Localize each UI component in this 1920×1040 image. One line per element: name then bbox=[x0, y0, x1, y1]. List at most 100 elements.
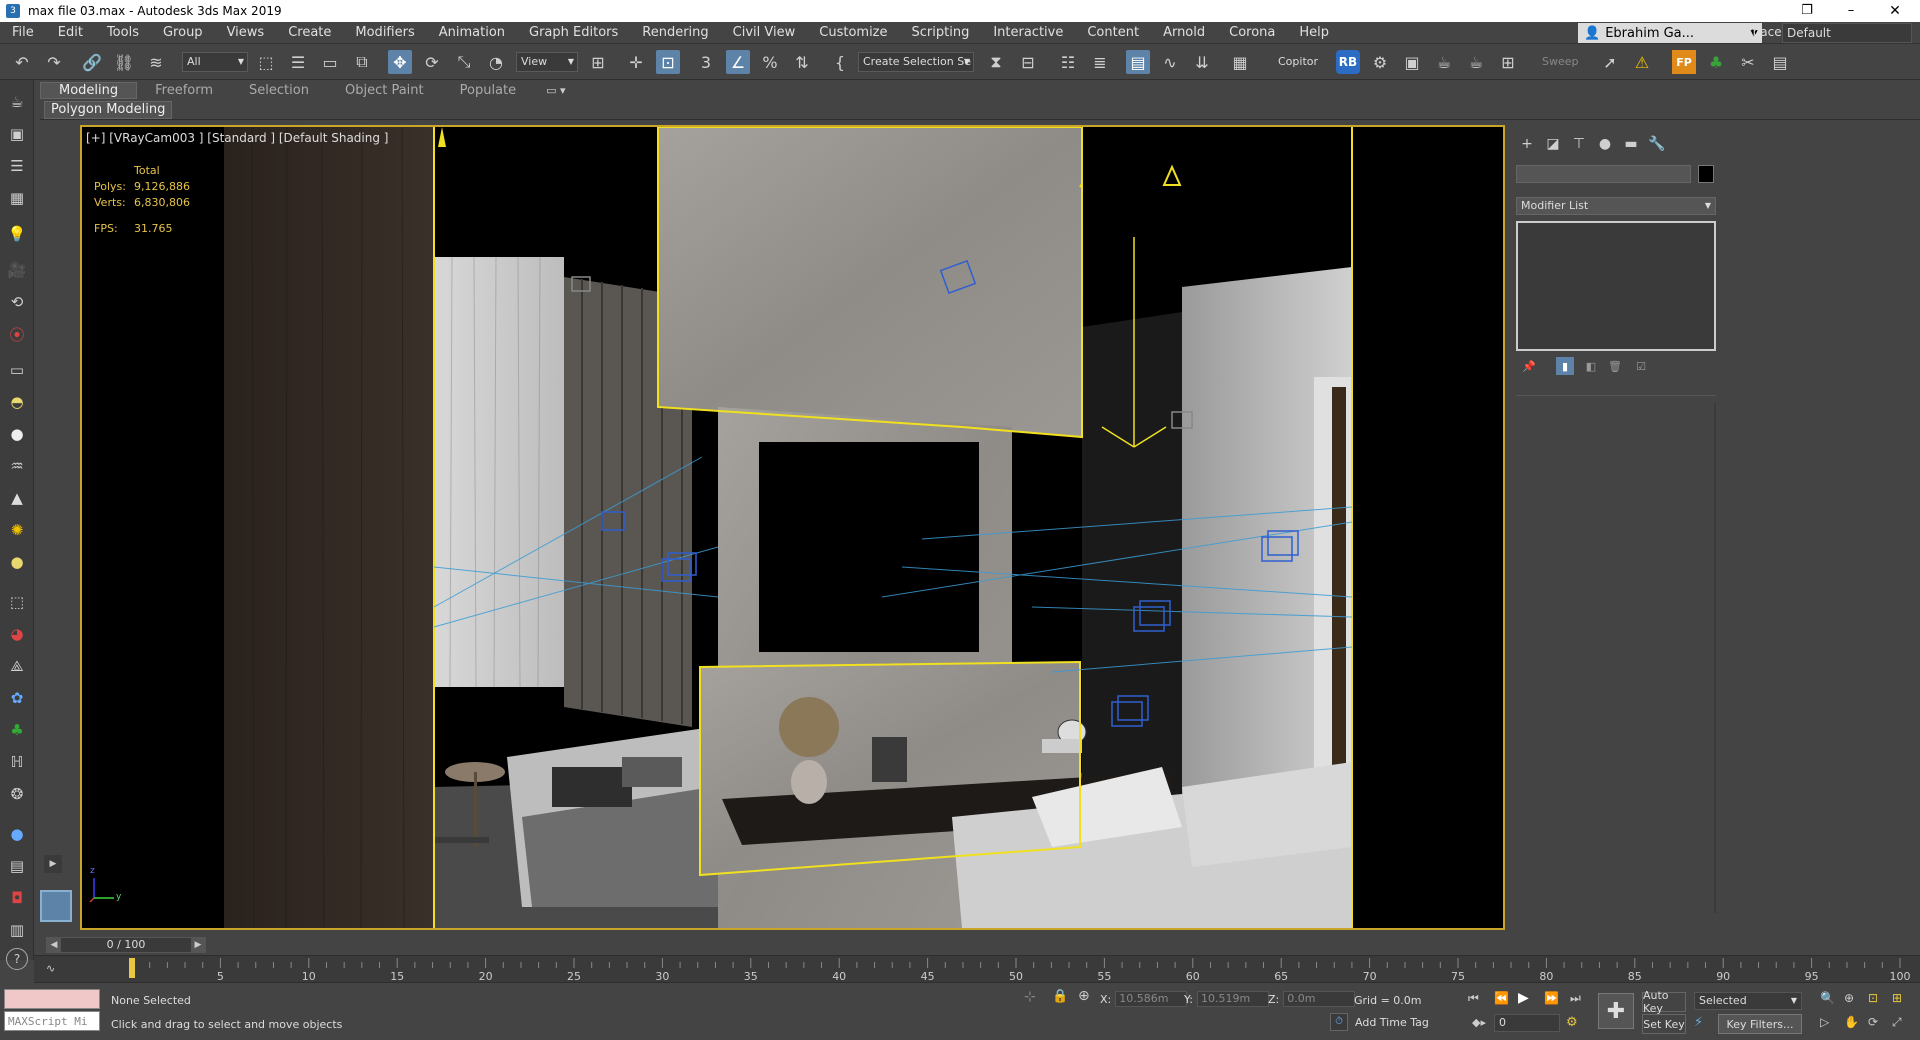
mesh-clipper-icon[interactable]: ⟁ bbox=[5, 654, 29, 678]
proxy-icon[interactable]: ⬚ bbox=[5, 590, 29, 614]
modifier-stack[interactable] bbox=[1516, 221, 1716, 351]
show-end-result-icon[interactable]: ▮ bbox=[1556, 357, 1574, 375]
tab-object-paint[interactable]: Object Paint bbox=[327, 83, 442, 98]
maxscript-listener[interactable]: MAXScript Mi bbox=[4, 989, 100, 1035]
menu-scripting[interactable]: Scripting bbox=[900, 25, 982, 40]
rectangular-selection-icon[interactable]: ▭ bbox=[318, 50, 342, 74]
menu-group[interactable]: Group bbox=[151, 25, 215, 40]
teapot-icon[interactable]: ☕ bbox=[5, 90, 29, 114]
pack-icon[interactable]: ▥ bbox=[5, 918, 29, 942]
menu-tools[interactable]: Tools bbox=[95, 25, 151, 40]
pivot-center-icon[interactable]: ⊞ bbox=[586, 50, 610, 74]
tab-modeling[interactable]: Modeling bbox=[40, 81, 138, 99]
select-manipulate-icon[interactable]: ✛ bbox=[624, 50, 648, 74]
motion-tab-icon[interactable]: ● bbox=[1594, 133, 1616, 155]
rb-plugin-button[interactable]: RB bbox=[1336, 50, 1360, 74]
pan-icon[interactable]: ✋ bbox=[1844, 1015, 1859, 1029]
grid-icon[interactable]: ▦ bbox=[5, 186, 29, 210]
converter-icon[interactable]: ▤ bbox=[5, 854, 29, 878]
copitor-label[interactable]: Copitor bbox=[1278, 55, 1318, 68]
menu-customize[interactable]: Customize bbox=[807, 25, 899, 40]
move-icon[interactable]: ✥ bbox=[388, 50, 412, 74]
window-crossing-icon[interactable]: ⧉ bbox=[350, 50, 374, 74]
isolate-selection-icon[interactable]: ⊹ bbox=[1024, 989, 1036, 1005]
time-tag-icon[interactable]: ⏱ bbox=[1330, 1013, 1348, 1031]
spot-light-icon[interactable]: ▲ bbox=[5, 486, 29, 510]
menu-rendering[interactable]: Rendering bbox=[630, 25, 720, 40]
absolute-mode-icon[interactable]: ⊕ bbox=[1078, 988, 1090, 1004]
hierarchy-tab-icon[interactable]: ⊤ bbox=[1568, 133, 1590, 155]
curve-editor-icon[interactable]: ∿ bbox=[1158, 50, 1182, 74]
auto-key-button[interactable]: Auto Key bbox=[1642, 989, 1686, 1015]
minimize-icon[interactable]: – bbox=[1828, 0, 1874, 22]
set-key-button[interactable]: ✚ bbox=[1598, 993, 1634, 1029]
menu-create[interactable]: Create bbox=[276, 25, 343, 40]
object-color-swatch[interactable] bbox=[1698, 165, 1714, 183]
set-key-mode-button[interactable]: Set Key bbox=[1642, 1014, 1686, 1034]
render-setup-icon[interactable]: ⚙ bbox=[1368, 50, 1392, 74]
light-icon[interactable]: 💡 bbox=[5, 222, 29, 246]
menu-file[interactable]: File bbox=[0, 25, 46, 40]
sphere-light-icon[interactable]: ● bbox=[5, 422, 29, 446]
polygon-modeling-panel[interactable]: Polygon Modeling bbox=[44, 101, 173, 119]
play-icon[interactable]: ▶ bbox=[1518, 990, 1529, 1006]
plant-icon[interactable]: ♣ bbox=[5, 718, 29, 742]
tab-selection[interactable]: Selection bbox=[231, 83, 327, 98]
ribbon-options-icon[interactable]: ▭ ▾ bbox=[546, 84, 565, 97]
sun-icon[interactable]: ✺ bbox=[5, 518, 29, 542]
reference-coordinate-dropdown[interactable]: View ▼ bbox=[516, 52, 578, 72]
orbit-icon[interactable]: ⟳ bbox=[1868, 1015, 1878, 1029]
remove-modifier-icon[interactable]: 🗑 bbox=[1606, 357, 1624, 375]
helper-icon[interactable]: ⟲ bbox=[5, 290, 29, 314]
expand-viewport-arrow[interactable]: ▶ bbox=[44, 855, 62, 873]
key-mode-icon[interactable]: ◆▸ bbox=[1472, 1016, 1486, 1029]
timeline-ruler[interactable]: 5 10 15 20 25 30 35 40 45 50 55 60 65 70 75 80 85 90 95 100 bbox=[70, 956, 1920, 984]
track-bar[interactable]: ∿ 5 10 15 20 25 30 35 40 45 50 55 60 65 70 75 80 85 90 95 1… bbox=[34, 955, 1920, 983]
render-production-icon[interactable]: ☕ bbox=[1432, 50, 1456, 74]
hair-icon[interactable]: ℍ bbox=[5, 750, 29, 774]
align-icon[interactable]: ⊟ bbox=[1016, 50, 1040, 74]
menu-graph-editors[interactable]: Graph Editors bbox=[517, 25, 630, 40]
object-name-field[interactable] bbox=[1516, 165, 1691, 183]
layer-explorer-icon[interactable]: ≣ bbox=[1088, 50, 1112, 74]
current-frame-field[interactable]: 0 bbox=[1494, 1014, 1560, 1032]
material-icon[interactable]: ◘ bbox=[5, 886, 29, 910]
scale-icon[interactable]: ⤡ bbox=[452, 50, 476, 74]
mirror-icon[interactable]: ⧗ bbox=[984, 50, 1008, 74]
zoom-all-icon[interactable]: ⊕ bbox=[1844, 991, 1854, 1005]
selection-lock-icon[interactable]: 🔒 bbox=[1052, 989, 1068, 1004]
unlink-icon[interactable]: ⛓ bbox=[112, 50, 136, 74]
percent-snap-icon[interactable]: % bbox=[758, 50, 782, 74]
previous-frame-icon[interactable]: ⏪ bbox=[1494, 991, 1509, 1005]
menu-views[interactable]: Views bbox=[215, 25, 277, 40]
menu-content[interactable]: Content bbox=[1075, 25, 1151, 40]
close-icon[interactable]: ✕ bbox=[1872, 0, 1918, 22]
utilities-tab-icon[interactable]: 🔧 bbox=[1646, 133, 1668, 155]
undo-icon[interactable]: ↶ bbox=[10, 50, 34, 74]
y-coordinate-field[interactable]: 10.519m bbox=[1196, 991, 1269, 1007]
render-iterative-icon[interactable]: ☕ bbox=[1464, 50, 1488, 74]
help-icon[interactable]: ? bbox=[6, 948, 28, 970]
fur-icon[interactable]: ◕ bbox=[5, 622, 29, 646]
maxscript-output[interactable] bbox=[4, 989, 100, 1009]
maxscript-input[interactable]: MAXScript Mi bbox=[4, 1011, 100, 1031]
x-coordinate-field[interactable]: 10.586m bbox=[1115, 991, 1188, 1007]
menu-help[interactable]: Help bbox=[1287, 25, 1341, 40]
scatter-icon[interactable]: ● bbox=[5, 822, 29, 846]
decal-icon[interactable]: ❂ bbox=[5, 782, 29, 806]
rotate-icon[interactable]: ⟳ bbox=[420, 50, 444, 74]
ies-light-icon[interactable]: ♒ bbox=[5, 454, 29, 478]
menu-animation[interactable]: Animation bbox=[427, 25, 517, 40]
record-icon[interactable]: ⦿ bbox=[5, 322, 29, 346]
viewport-label[interactable]: [+] [VRayCam003 ] [Standard ] [Default S… bbox=[86, 131, 388, 145]
next-frame-arrow[interactable]: ▶ bbox=[191, 938, 205, 952]
toggle-ribbon-icon[interactable]: ▤ bbox=[1126, 50, 1150, 74]
configure-modifier-sets-icon[interactable]: ☑ bbox=[1632, 357, 1650, 375]
keyboard-shortcut-override-icon[interactable]: ⊡ bbox=[656, 50, 680, 74]
render-cloud-icon[interactable]: ⊞ bbox=[1496, 50, 1520, 74]
key-selection-dropdown[interactable]: Selected ▼ bbox=[1694, 992, 1802, 1010]
spinner-snap-icon[interactable]: ⇅ bbox=[790, 50, 814, 74]
snaps-toggle-icon[interactable]: 3 bbox=[694, 50, 718, 74]
menu-civil-view[interactable]: Civil View bbox=[721, 25, 808, 40]
tab-populate[interactable]: Populate bbox=[442, 83, 535, 98]
